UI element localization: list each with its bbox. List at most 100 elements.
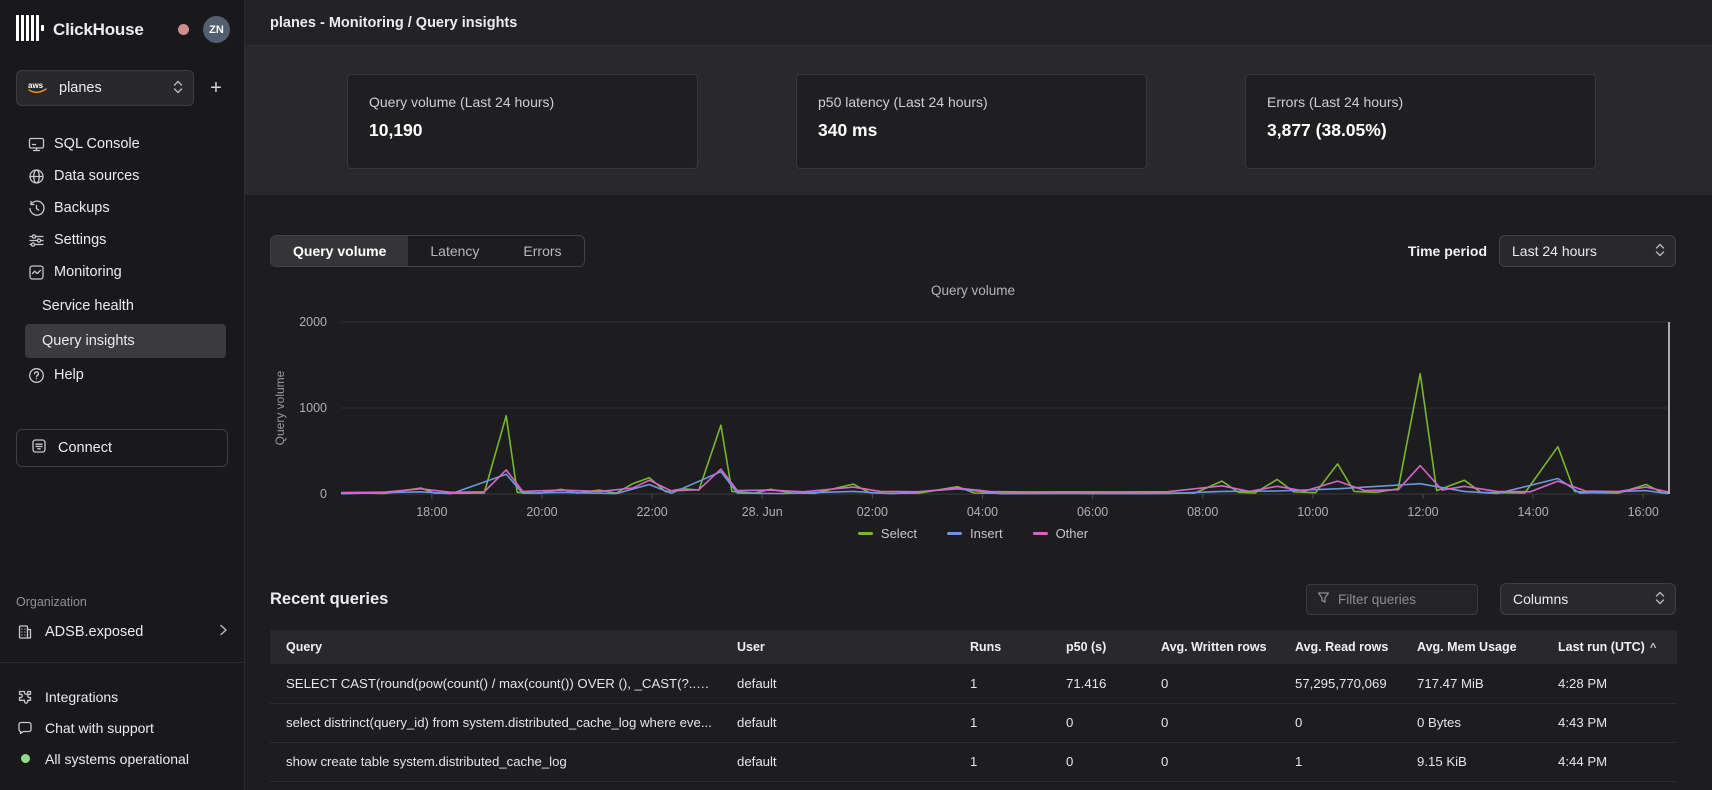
sidebar-header: ClickHouse ZN bbox=[0, 0, 244, 44]
chart-controls: Query volume Latency Errors Time period … bbox=[270, 235, 1676, 267]
system-status-item[interactable]: All systems operational bbox=[16, 743, 228, 774]
sidebar-item-chat-support[interactable]: Chat with support bbox=[16, 712, 228, 743]
sidebar-item-query-insights[interactable]: Query insights bbox=[25, 324, 226, 358]
stat-value: 340 ms bbox=[818, 120, 1125, 141]
status-dot-icon bbox=[16, 754, 34, 763]
x-tick-label: 28. Jun bbox=[742, 505, 783, 519]
x-tick-label: 08:00 bbox=[1187, 505, 1218, 519]
series-select bbox=[341, 374, 1668, 494]
legend-item-other[interactable]: Other bbox=[1033, 526, 1089, 541]
column-header[interactable]: Last run (UTC)^ bbox=[1542, 630, 1677, 664]
topbar: planes - Monitoring / Query insights bbox=[245, 0, 1712, 46]
app: ClickHouse ZN aws planes + bbox=[0, 0, 1712, 790]
table-cell: show create table system.distributed_cac… bbox=[270, 742, 721, 781]
column-header[interactable]: Query bbox=[270, 630, 721, 664]
organization-name: ADSB.exposed bbox=[45, 624, 143, 640]
table-cell: 4:28 PM bbox=[1542, 664, 1677, 703]
connect-button[interactable]: Connect bbox=[16, 429, 228, 467]
console-icon bbox=[27, 136, 45, 153]
sidebar-item-integrations[interactable]: Integrations bbox=[16, 681, 228, 712]
service-select[interactable]: aws planes bbox=[16, 70, 194, 106]
table-cell: 0 bbox=[1279, 703, 1401, 742]
sidebar-item-monitoring[interactable]: Monitoring bbox=[0, 256, 244, 288]
chart-legend: Select Insert Other bbox=[270, 526, 1676, 541]
filter-queries-input[interactable] bbox=[1338, 592, 1467, 607]
column-header[interactable]: User bbox=[721, 630, 954, 664]
stat-label: p50 latency (Last 24 hours) bbox=[818, 94, 1125, 110]
x-tick-label: 04:00 bbox=[967, 505, 998, 519]
table-cell: 9.15 KiB bbox=[1401, 742, 1542, 781]
table-cell: 1 bbox=[954, 703, 1050, 742]
stat-value: 3,877 (38.05%) bbox=[1267, 120, 1574, 141]
legend-swatch bbox=[1033, 532, 1048, 535]
stat-card-query-volume: Query volume (Last 24 hours) 10,190 bbox=[347, 74, 698, 169]
stat-label: Query volume (Last 24 hours) bbox=[369, 94, 676, 110]
column-header[interactable]: p50 (s) bbox=[1050, 630, 1145, 664]
sidebar-item-sql-console[interactable]: SQL Console bbox=[0, 128, 244, 160]
chevron-updown-icon bbox=[173, 80, 183, 97]
table-cell: 1 bbox=[954, 742, 1050, 781]
sidebar-item-data-sources[interactable]: Data sources bbox=[0, 160, 244, 192]
brand-title: ClickHouse bbox=[53, 20, 144, 40]
tab-query-volume[interactable]: Query volume bbox=[271, 236, 408, 266]
table-row[interactable]: select distrinct(query_id) from system.d… bbox=[270, 703, 1677, 742]
table-cell: 0 bbox=[1145, 664, 1279, 703]
table-cell: SELECT CAST(round(pow(count() / max(coun… bbox=[270, 664, 721, 703]
column-header[interactable]: Avg. Written rows bbox=[1145, 630, 1279, 664]
sidebar-item-label: Data sources bbox=[54, 168, 139, 184]
stat-value: 10,190 bbox=[369, 120, 676, 141]
query-volume-chart[interactable]: 010002000Query volume18:0020:0022:0028. … bbox=[270, 305, 1677, 520]
service-row: aws planes + bbox=[16, 70, 228, 106]
series-other bbox=[341, 466, 1668, 493]
table-cell: default bbox=[721, 703, 954, 742]
chevron-updown-icon bbox=[1655, 243, 1665, 260]
tab-errors[interactable]: Errors bbox=[501, 236, 583, 266]
table-cell: default bbox=[721, 742, 954, 781]
table-row[interactable]: show create table system.distributed_cac… bbox=[270, 742, 1677, 781]
time-period: Time period Last 24 hours bbox=[1408, 235, 1676, 267]
sidebar: ClickHouse ZN aws planes + bbox=[0, 0, 245, 790]
table-cell: default bbox=[721, 664, 954, 703]
footer-item-label: Chat with support bbox=[45, 720, 154, 736]
column-header[interactable]: Avg. Read rows bbox=[1279, 630, 1401, 664]
table-cell: 71.416 bbox=[1050, 664, 1145, 703]
footer-item-label: Integrations bbox=[45, 689, 118, 705]
sidebar-item-label: Monitoring bbox=[54, 264, 122, 280]
chart-title: Query volume bbox=[270, 283, 1676, 298]
legend-item-select[interactable]: Select bbox=[858, 526, 917, 541]
tab-latency[interactable]: Latency bbox=[408, 236, 501, 266]
sidebar-item-settings[interactable]: Settings bbox=[0, 224, 244, 256]
sidebar-item-service-health[interactable]: Service health bbox=[25, 289, 226, 323]
columns-select[interactable]: Columns bbox=[1500, 583, 1676, 615]
chart-area: Query volume 010002000Query volume18:002… bbox=[270, 283, 1676, 541]
avatar[interactable]: ZN bbox=[203, 16, 230, 43]
clickhouse-logo-icon bbox=[16, 15, 44, 44]
x-tick-label: 02:00 bbox=[857, 505, 888, 519]
organization-section: Organization ADSB.exposed bbox=[0, 595, 244, 640]
filter-queries-box bbox=[1306, 584, 1478, 615]
legend-label: Select bbox=[881, 526, 917, 541]
chevron-updown-icon bbox=[1655, 591, 1665, 608]
y-tick-label: 2000 bbox=[299, 315, 327, 329]
notification-dot[interactable] bbox=[178, 24, 189, 35]
recent-queries-table: QueryUserRunsp50 (s)Avg. Written rowsAvg… bbox=[270, 630, 1677, 782]
monitoring-icon bbox=[27, 264, 45, 281]
column-header[interactable]: Runs bbox=[954, 630, 1050, 664]
legend-item-insert[interactable]: Insert bbox=[947, 526, 1003, 541]
legend-label: Other bbox=[1056, 526, 1089, 541]
sidebar-item-backups[interactable]: Backups bbox=[0, 192, 244, 224]
table-head: QueryUserRunsp50 (s)Avg. Written rowsAvg… bbox=[270, 630, 1677, 664]
column-header[interactable]: Avg. Mem Usage bbox=[1401, 630, 1542, 664]
table-cell: 0 bbox=[1145, 742, 1279, 781]
sidebar-item-help[interactable]: Help bbox=[0, 359, 244, 391]
time-period-select[interactable]: Last 24 hours bbox=[1499, 235, 1676, 267]
help-icon bbox=[27, 367, 45, 384]
table-cell: 4:43 PM bbox=[1542, 703, 1677, 742]
data-sources-icon bbox=[27, 168, 45, 185]
y-tick-label: 0 bbox=[320, 487, 327, 501]
chevron-right-icon bbox=[219, 624, 228, 640]
organization-item[interactable]: ADSB.exposed bbox=[16, 624, 228, 640]
add-service-button[interactable]: + bbox=[204, 78, 228, 98]
table-row[interactable]: SELECT CAST(round(pow(count() / max(coun… bbox=[270, 664, 1677, 703]
x-tick-label: 06:00 bbox=[1077, 505, 1108, 519]
